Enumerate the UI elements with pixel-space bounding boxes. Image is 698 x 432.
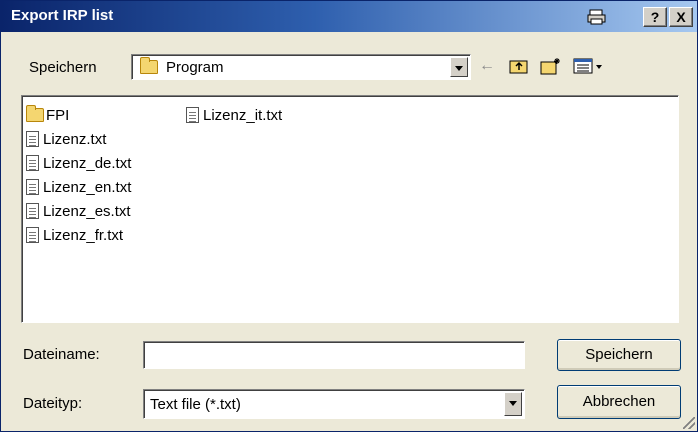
list-item-label: Lizenz_es.txt — [43, 202, 131, 220]
back-icon[interactable]: ← — [475, 55, 499, 77]
cancel-button[interactable]: Abbrechen — [557, 385, 681, 419]
text-file-icon — [26, 179, 39, 195]
new-folder-icon[interactable] — [539, 55, 563, 77]
view-menu-icon[interactable] — [571, 55, 607, 77]
list-item-label: Lizenz.txt — [43, 130, 107, 148]
save-in-label: Speichern — [29, 59, 97, 76]
text-file-icon — [186, 107, 199, 123]
text-file-icon — [26, 131, 39, 147]
folder-up-icon[interactable] — [507, 55, 531, 77]
list-item[interactable]: Lizenz_de.txt — [26, 152, 131, 174]
file-list[interactable]: FPI Lizenz.txt Lizenz_de.txt Lizenz_en.txt L… — [21, 95, 679, 323]
list-item-label: Lizenz_de.txt — [43, 154, 132, 172]
list-item[interactable]: Lizenz.txt — [26, 128, 106, 150]
save-button[interactable]: Speichern — [557, 339, 681, 371]
list-item[interactable]: Lizenz_en.txt — [26, 176, 131, 198]
resize-grip-icon[interactable] — [683, 417, 695, 429]
filename-input[interactable] — [143, 341, 525, 369]
filetype-dropdown-button[interactable] — [504, 392, 522, 416]
help-button[interactable]: ? — [643, 7, 667, 27]
title-bar: Export IRP list ? X — [1, 1, 697, 32]
text-file-icon — [26, 155, 39, 171]
list-item[interactable]: Lizenz_it.txt — [186, 104, 282, 126]
text-file-icon — [26, 203, 39, 219]
list-item[interactable]: Lizenz_fr.txt — [26, 224, 123, 246]
filetype-select[interactable]: Text file (*.txt) — [143, 389, 525, 419]
save-in-combo[interactable]: Program — [131, 54, 471, 80]
text-file-icon — [26, 227, 39, 243]
filename-label: Dateiname: — [23, 346, 100, 363]
filetype-value: Text file (*.txt) — [150, 396, 241, 413]
close-button[interactable]: X — [669, 7, 693, 27]
list-item[interactable]: FPI — [26, 104, 69, 126]
folder-icon — [140, 57, 160, 78]
list-item-label: Lizenz_en.txt — [43, 178, 132, 196]
folder-icon — [26, 105, 44, 122]
list-item-label: Lizenz_it.txt — [203, 106, 283, 124]
printer-icon[interactable] — [587, 9, 607, 25]
save-in-value: Program — [166, 59, 224, 76]
list-item-label: FPI — [46, 106, 70, 124]
save-in-dropdown-button[interactable] — [450, 57, 468, 77]
save-dialog: Export IRP list ? X Speichern Program ← … — [0, 0, 698, 432]
list-item[interactable]: Lizenz_es.txt — [26, 200, 131, 222]
list-item-label: Lizenz_fr.txt — [43, 226, 124, 244]
filetype-label: Dateityp: — [23, 395, 83, 412]
dialog-title: Export IRP list — [11, 7, 114, 24]
